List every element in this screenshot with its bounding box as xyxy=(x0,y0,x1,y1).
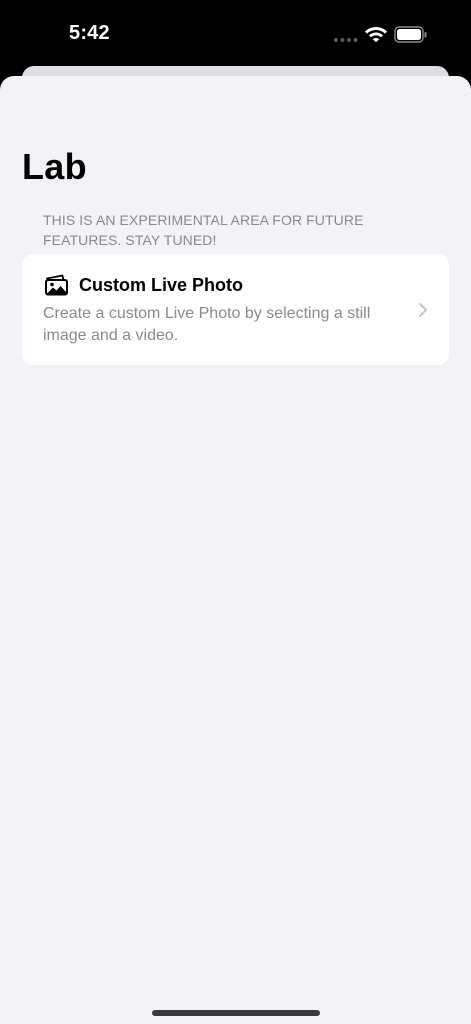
battery-icon xyxy=(394,26,427,43)
status-bar: 5:42 xyxy=(0,0,471,70)
section-header: THIS IS AN EXPERIMENTAL AREA FOR FUTURE … xyxy=(43,212,364,248)
page-title: Lab xyxy=(22,146,87,187)
photo-stack-icon xyxy=(45,274,68,296)
wifi-icon xyxy=(365,27,387,43)
status-time: 5:42 xyxy=(69,22,110,44)
home-indicator xyxy=(152,1010,320,1016)
cellular-signal-icon xyxy=(334,38,358,42)
list-item-custom-live-photo[interactable]: Custom Live Photo Create a custom Live P… xyxy=(22,254,449,365)
chevron-right-icon xyxy=(419,303,427,317)
item-description: Create a custom Live Photo by selecting … xyxy=(43,305,371,344)
item-title: Custom Live Photo xyxy=(79,275,244,295)
lab-sheet: Lab THIS IS AN EXPERIMENTAL AREA FOR FUT… xyxy=(0,76,471,1024)
